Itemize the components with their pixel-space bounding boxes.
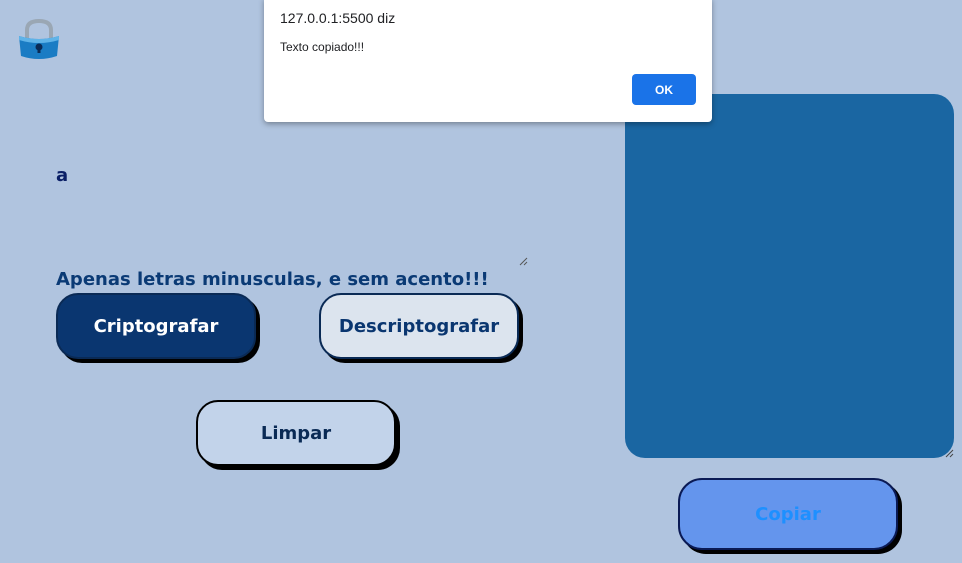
output-textarea[interactable]	[625, 94, 954, 458]
input-resize-grip[interactable]	[518, 256, 528, 266]
output-resize-grip[interactable]	[944, 448, 954, 458]
dialog-message: Texto copiado!!!	[280, 40, 365, 54]
copy-button[interactable]: Copiar	[678, 478, 898, 550]
encrypt-button[interactable]: Criptografar	[56, 293, 256, 359]
alert-dialog: 127.0.0.1:5500 diz Texto copiado!!! OK	[264, 0, 712, 122]
dialog-origin: 127.0.0.1:5500 diz	[280, 10, 396, 26]
clear-button[interactable]: Limpar	[196, 400, 396, 466]
decrypt-button[interactable]: Descriptografar	[319, 293, 519, 359]
message-input[interactable]: a	[56, 165, 526, 263]
dialog-ok-button[interactable]: OK	[632, 74, 696, 105]
input-hint: Apenas letras minusculas, e sem acento!!…	[56, 269, 489, 290]
padlock-icon	[19, 18, 59, 59]
